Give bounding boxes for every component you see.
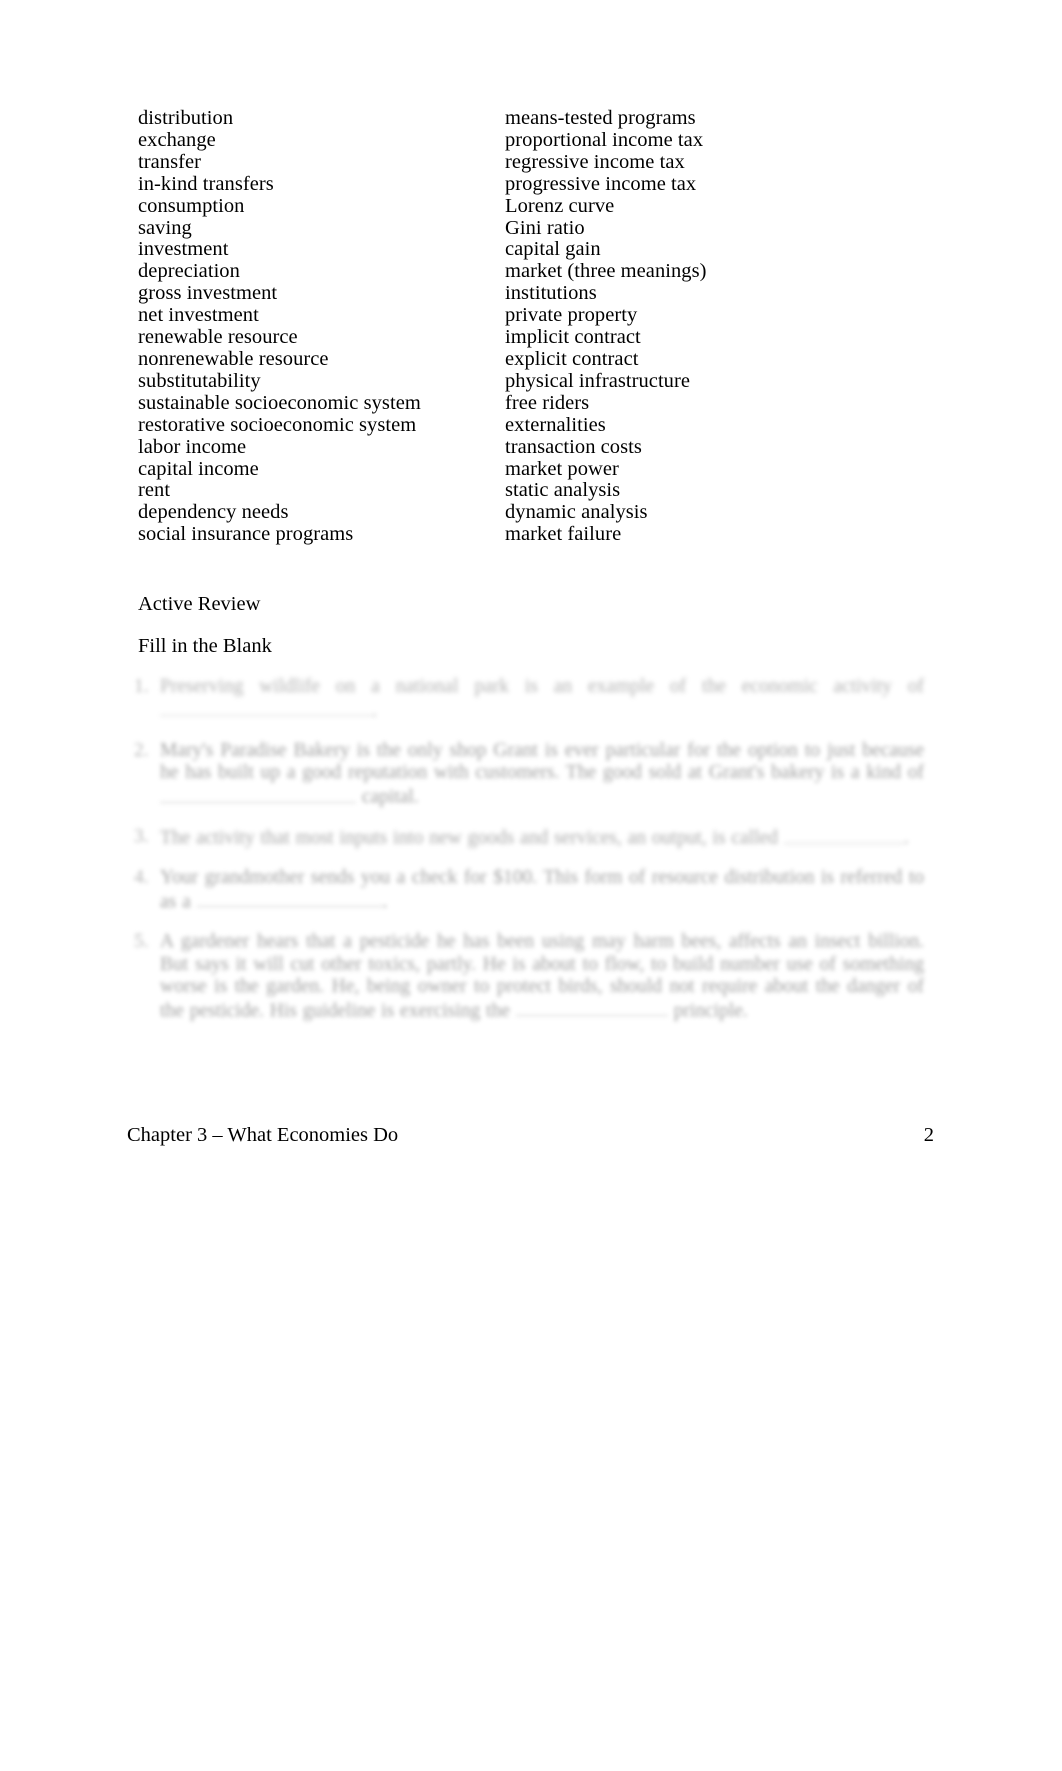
question-text-part-1: The activity that most inputs into new g… — [160, 827, 778, 849]
key-term: rent — [138, 479, 171, 502]
answer-blank[interactable] — [160, 785, 356, 803]
answer-blank[interactable] — [160, 699, 372, 717]
key-term: Gini ratio — [505, 216, 585, 239]
key-term: market power — [505, 457, 619, 480]
key-term: nonrenewable resource — [138, 347, 329, 370]
question-text: The activity that most inputs into new g… — [160, 826, 924, 850]
key-term: gross investment — [138, 282, 278, 305]
key-term: static analysis — [505, 479, 621, 502]
key-term: regressive income tax — [505, 150, 685, 173]
key-term: exchange — [138, 128, 216, 151]
key-term: institutions — [505, 282, 597, 305]
key-term: restorative socioeconomic system — [138, 413, 417, 436]
key-terms-list: distribution exchange transfer in-kind t… — [138, 107, 918, 546]
key-term: physical infrastructure — [505, 369, 691, 392]
question-text: A gardener hears that a pesticide he has… — [160, 931, 924, 1023]
key-term: explicit contract — [505, 347, 639, 370]
question-number: 3. — [134, 826, 149, 848]
key-term: Lorenz curve — [505, 194, 615, 217]
question-text: Preserving wildlife on a national park i… — [160, 676, 924, 723]
key-term: labor income — [138, 435, 247, 458]
key-term: capital gain — [505, 238, 601, 261]
section-heading-active-review: Active Review — [138, 593, 261, 615]
question-text: Your grandmother sends you a check for $… — [160, 867, 924, 914]
key-term: implicit contract — [505, 326, 641, 349]
key-term: dependency needs — [138, 501, 289, 524]
key-term: progressive income tax — [505, 172, 697, 195]
key-term: transaction costs — [505, 435, 642, 458]
key-term: consumption — [138, 194, 245, 217]
key-term: transfer — [138, 150, 202, 173]
key-term: dynamic analysis — [505, 501, 648, 524]
question-text: Mary's Paradise Bakery is the only shop … — [160, 740, 924, 809]
question-item: 1. Preserving wildlife on a national par… — [134, 676, 924, 723]
question-item: 5. A gardener hears that a pesticide he … — [134, 931, 924, 1023]
key-term: saving — [138, 216, 192, 239]
question-text-part-2: principle. — [673, 1000, 748, 1022]
key-term: externalities — [505, 413, 606, 436]
key-terms-right-column: means-tested programs proportional incom… — [505, 107, 872, 546]
question-text-part-2: . — [372, 700, 377, 722]
key-term: capital income — [138, 457, 259, 480]
answer-blank[interactable] — [783, 826, 904, 844]
footer-chapter-title: Chapter 3 – What Economies Do — [127, 1124, 399, 1146]
key-term: substitutability — [138, 369, 261, 392]
key-term: renewable resource — [138, 326, 298, 349]
question-text-part-2: capital. — [361, 786, 419, 808]
key-term: free riders — [505, 391, 590, 414]
key-term: means-tested programs — [505, 107, 696, 129]
key-term: distribution — [138, 107, 234, 129]
section-heading-fill-in-the-blank: Fill in the Blank — [138, 635, 272, 657]
question-text-part-1: Mary's Paradise Bakery is the only shop … — [160, 739, 924, 784]
key-term: net investment — [138, 304, 259, 327]
key-term: investment — [138, 238, 229, 261]
answer-blank[interactable] — [196, 890, 383, 908]
question-number: 4. — [134, 867, 149, 889]
key-term: sustainable socioeconomic system — [138, 391, 421, 414]
question-item: 3. The activity that most inputs into ne… — [134, 826, 924, 850]
key-terms-left-column: distribution exchange transfer in-kind t… — [138, 107, 505, 546]
key-term: market failure — [505, 523, 622, 546]
answer-blank[interactable] — [515, 999, 668, 1017]
document-page: distribution exchange transfer in-kind t… — [0, 0, 1062, 1771]
key-term: depreciation — [138, 260, 240, 283]
fill-in-the-blank-question-list: 1. Preserving wildlife on a national par… — [134, 676, 924, 1040]
question-text-part-1: Preserving wildlife on a national park i… — [160, 676, 924, 697]
page-footer: Chapter 3 – What Economies Do 2 — [127, 1123, 934, 1147]
key-term: social insurance programs — [138, 523, 354, 546]
footer-page-number: 2 — [923, 1124, 934, 1146]
question-number: 1. — [134, 676, 149, 697]
question-text-part-2: . — [903, 827, 909, 849]
question-number: 2. — [134, 739, 149, 761]
question-text-part-2: . — [382, 891, 388, 913]
key-term: proportional income tax — [505, 128, 704, 151]
question-number: 5. — [134, 931, 149, 952]
key-term: private property — [505, 304, 638, 327]
key-term: in-kind transfers — [138, 172, 274, 195]
question-item: 2. Mary's Paradise Bakery is the only sh… — [134, 740, 924, 809]
question-item: 4. Your grandmother sends you a check fo… — [134, 867, 924, 914]
key-term: market (three meanings) — [505, 260, 707, 283]
